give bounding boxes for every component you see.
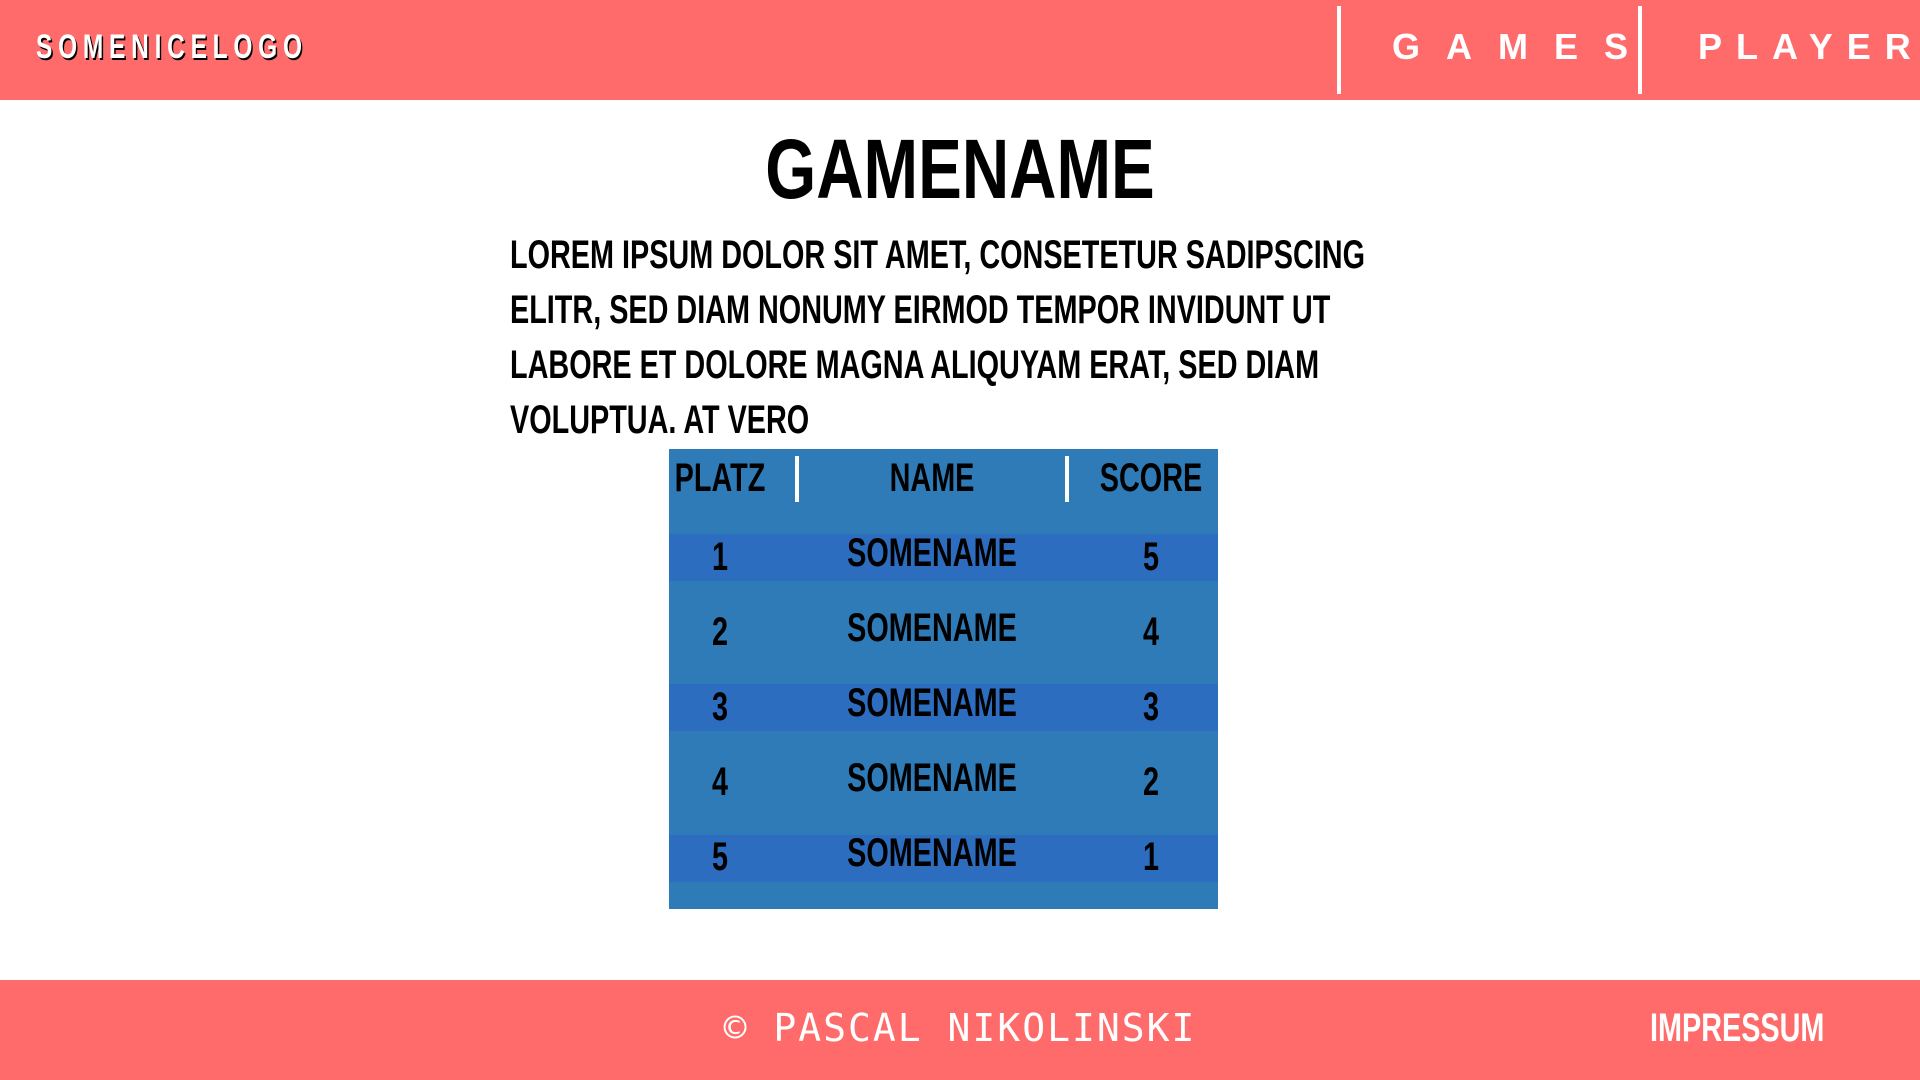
nav-divider bbox=[1638, 6, 1642, 94]
name-cell: SOMENAME bbox=[847, 831, 1017, 875]
platz-cell: 5 bbox=[711, 835, 729, 879]
name-cell: SOMENAME bbox=[847, 681, 1017, 725]
impressum-link[interactable]: IMPRESSUM bbox=[1650, 1006, 1824, 1051]
score-cell: 1 bbox=[1142, 835, 1160, 879]
name-cell: SOMENAME bbox=[847, 756, 1017, 800]
top-navbar: SOMENICELOGO GAMES PLAYERS bbox=[0, 0, 1920, 100]
score-cell: 4 bbox=[1142, 610, 1160, 654]
nav-link-games[interactable]: GAMES bbox=[1392, 26, 1654, 68]
score-cell: 3 bbox=[1142, 685, 1160, 729]
nav-link-players[interactable]: PLAYERS bbox=[1698, 26, 1920, 68]
score-cell: 5 bbox=[1142, 535, 1160, 579]
nav-divider bbox=[1337, 6, 1341, 94]
column-header-name: NAME bbox=[889, 456, 975, 500]
copyright-text: © PASCAL NIKOLINSKI bbox=[723, 1006, 1197, 1050]
column-header-score: SCORE bbox=[1099, 456, 1203, 500]
platz-cell: 2 bbox=[711, 610, 729, 654]
game-description: LOREM IPSUM DOLOR SIT AMET, CONSETETUR S… bbox=[510, 233, 1365, 442]
name-cell: SOMENAME bbox=[847, 531, 1017, 575]
column-separator bbox=[795, 456, 799, 502]
name-cell: SOMENAME bbox=[847, 606, 1017, 650]
score-cell: 2 bbox=[1142, 760, 1160, 804]
platz-cell: 3 bbox=[711, 685, 729, 729]
column-header-platz: PLATZ bbox=[674, 456, 766, 500]
platz-cell: 1 bbox=[711, 535, 729, 579]
game-title: GAMENAME bbox=[765, 122, 1155, 216]
platz-cell: 4 bbox=[711, 760, 729, 804]
site-logo[interactable]: SOMENICELOGO bbox=[36, 28, 308, 67]
column-separator bbox=[1065, 456, 1069, 502]
